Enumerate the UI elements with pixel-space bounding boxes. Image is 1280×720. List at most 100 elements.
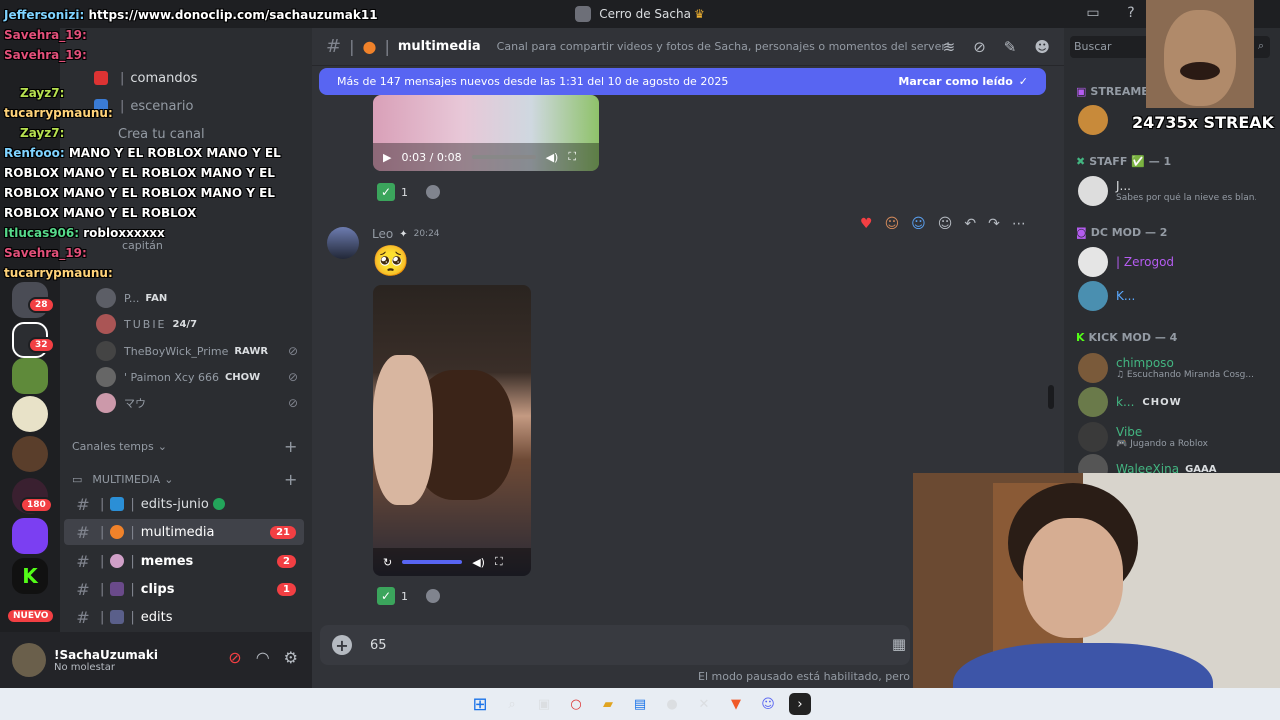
members-icon[interactable]: ☻	[1034, 38, 1050, 56]
emoji-reaction-icon[interactable]: ☺	[911, 216, 926, 232]
search-icon[interactable]: ⌕	[501, 693, 523, 715]
help-icon[interactable]: ?	[1122, 4, 1140, 22]
mod-icon: ◙	[1076, 226, 1087, 239]
start-icon[interactable]: ⊞	[469, 693, 491, 715]
message-header: Leo ✦ 20:24	[372, 227, 440, 241]
mark-as-read-button[interactable]: Marcar como leído	[898, 75, 1012, 88]
discord-icon[interactable]: ☺	[757, 693, 779, 715]
obs-icon[interactable]: ●	[661, 693, 683, 715]
channel-emoji-icon	[110, 554, 125, 568]
progress-bar[interactable]	[471, 155, 536, 159]
add-channel-icon[interactable]: +	[284, 437, 297, 456]
chat-username: Zayz7:	[20, 126, 65, 140]
folder-icon[interactable]: ▰	[597, 693, 619, 715]
volume-icon[interactable]: ◀)	[472, 556, 485, 569]
mic-muted-icon[interactable]: ⊘	[228, 648, 241, 667]
category-multimedia[interactable]: ▭ MULTIMEDIA ⌄	[72, 473, 173, 486]
member-item[interactable]: k... CHOW	[1078, 385, 1268, 419]
channel-multimedia[interactable]: # | | multimedia 21	[64, 519, 304, 545]
channel-memes[interactable]: # | | memes 2	[64, 548, 304, 574]
forward-icon[interactable]: ↷	[988, 216, 1000, 232]
add-attachment-icon[interactable]: +	[332, 635, 352, 655]
channel-edits[interactable]: # | | edits	[64, 604, 304, 630]
emoji-reaction-icon[interactable]: ☺	[885, 216, 900, 232]
notepad-icon[interactable]: ▤	[629, 693, 651, 715]
pin-icon[interactable]: ✎	[1004, 38, 1017, 56]
username: !SachaUzumaki	[54, 647, 158, 662]
gift-icon[interactable]: ▦	[892, 635, 906, 653]
chat-username: tucarrypmaunu:	[4, 106, 113, 120]
add-channel-icon[interactable]: +	[284, 470, 297, 489]
add-reaction-icon[interactable]: ☺	[938, 216, 953, 232]
message-author[interactable]: Leo	[372, 227, 393, 241]
replay-icon[interactable]: ↻	[383, 556, 392, 569]
scrollbar[interactable]	[1048, 385, 1054, 409]
voice-user[interactable]: TUBIE 24/7	[96, 313, 306, 335]
hash-icon: #	[76, 551, 90, 571]
server-icon-7[interactable]	[12, 518, 48, 554]
headphones-icon[interactable]: ◠	[256, 648, 270, 667]
server-icon-3[interactable]	[12, 358, 48, 394]
video-content	[373, 355, 433, 505]
server-badge: 180	[20, 497, 53, 513]
channel-topic[interactable]: Canal para compartir videos y fotos de S…	[497, 40, 951, 53]
user-panel: !SachaUzumaki No molestar ⊘ ◠ ⚙	[0, 632, 312, 688]
chat-line: Zayz7:	[20, 86, 64, 100]
chat-username: Savehra_19:	[4, 48, 87, 62]
taskbar: ⊞ ⌕ ▣ ○ ▰ ▤ ● ✕ ▼ ☺ ›	[0, 688, 1280, 720]
new-messages-bar[interactable]: Más de 147 mensajes nuevos desde las 1:3…	[319, 68, 1046, 95]
member-item[interactable]: J... Sabes por qué la nieve es blan...	[1078, 174, 1268, 208]
more-icon[interactable]: ⋯	[1012, 216, 1026, 232]
voice-user[interactable]: P... FAN	[96, 287, 306, 309]
task-view-icon[interactable]: ▣	[533, 693, 555, 715]
play-icon[interactable]: ▶	[383, 151, 391, 164]
volume-icon[interactable]: ◀)	[546, 151, 559, 164]
brave-icon[interactable]: ▼	[725, 693, 747, 715]
add-reaction-icon[interactable]	[426, 589, 440, 603]
heart-icon[interactable]: ♥	[860, 216, 873, 232]
chat-message: MANO Y EL ROBLOX MANO Y EL	[64, 146, 281, 160]
voice-user[interactable]: ' Paimon Xcy 666 CHOW ⊘	[96, 366, 306, 388]
member-item[interactable]: chimposo ♫ Escuchando Miranda Cosg...	[1078, 351, 1268, 385]
gear-icon[interactable]: ⚙	[284, 648, 298, 667]
channel-edits-junio[interactable]: # | | edits-junio	[64, 491, 304, 517]
avatar[interactable]	[327, 227, 359, 259]
video-attachment[interactable]: ↻ ◀) ⛶	[373, 285, 531, 576]
chat-username: Jeffersonizi:	[4, 8, 85, 22]
channel-name: multimedia	[397, 39, 481, 54]
chevron-down-icon: ⌄	[157, 440, 167, 453]
video-attachment[interactable]: ▶ 0:03 / 0:08 ◀) ⛶	[373, 95, 599, 171]
threads-icon[interactable]: ≋	[943, 38, 956, 56]
channel-clips[interactable]: # | | clips 1	[64, 576, 304, 602]
voice-user[interactable]: TheBoyWick_Prime RAWR ⊘	[96, 340, 306, 362]
add-reaction-icon[interactable]	[426, 185, 440, 199]
reply-icon[interactable]: ↶	[964, 216, 976, 232]
terminal-icon[interactable]: ›	[789, 693, 811, 715]
server-icon-8[interactable]: K	[12, 558, 48, 594]
folder-icon: ▭	[72, 473, 83, 486]
message-input[interactable]: + 65 ▦	[320, 625, 910, 665]
fullscreen-icon[interactable]: ⛶	[495, 555, 503, 569]
category-temps[interactable]: Canales temps ⌄	[72, 440, 167, 453]
mark-read-icon: ✓	[1018, 75, 1028, 88]
streamer-face	[1023, 518, 1123, 638]
inbox-icon[interactable]: ▭	[1084, 4, 1102, 22]
message-input-value: 65	[370, 637, 387, 653]
opera-icon[interactable]: ○	[565, 693, 587, 715]
chat-username: tucarrypmaunu:	[4, 266, 113, 280]
member-item[interactable]: | Zerogod	[1078, 245, 1268, 279]
voice-user[interactable]: マウ ⊘	[96, 392, 306, 414]
server-icon-5[interactable]	[12, 436, 48, 472]
capcut-icon[interactable]: ✕	[693, 693, 715, 715]
reaction-check[interactable]: ✓ 1	[377, 181, 440, 203]
reaction-check[interactable]: ✓ 1	[377, 585, 440, 607]
volume-slider[interactable]	[402, 560, 463, 564]
fullscreen-icon[interactable]: ⛶	[568, 150, 576, 164]
new-badge: NUEVO	[6, 608, 56, 624]
webcam-overlay	[913, 473, 1280, 720]
avatar[interactable]	[12, 643, 46, 677]
member-item[interactable]: K...	[1078, 279, 1268, 313]
server-icon-4[interactable]	[12, 396, 48, 432]
notifications-muted-icon[interactable]: ⊘	[973, 38, 986, 56]
member-item[interactable]: Vibe 🎮 Jugando a Roblox	[1078, 420, 1268, 454]
